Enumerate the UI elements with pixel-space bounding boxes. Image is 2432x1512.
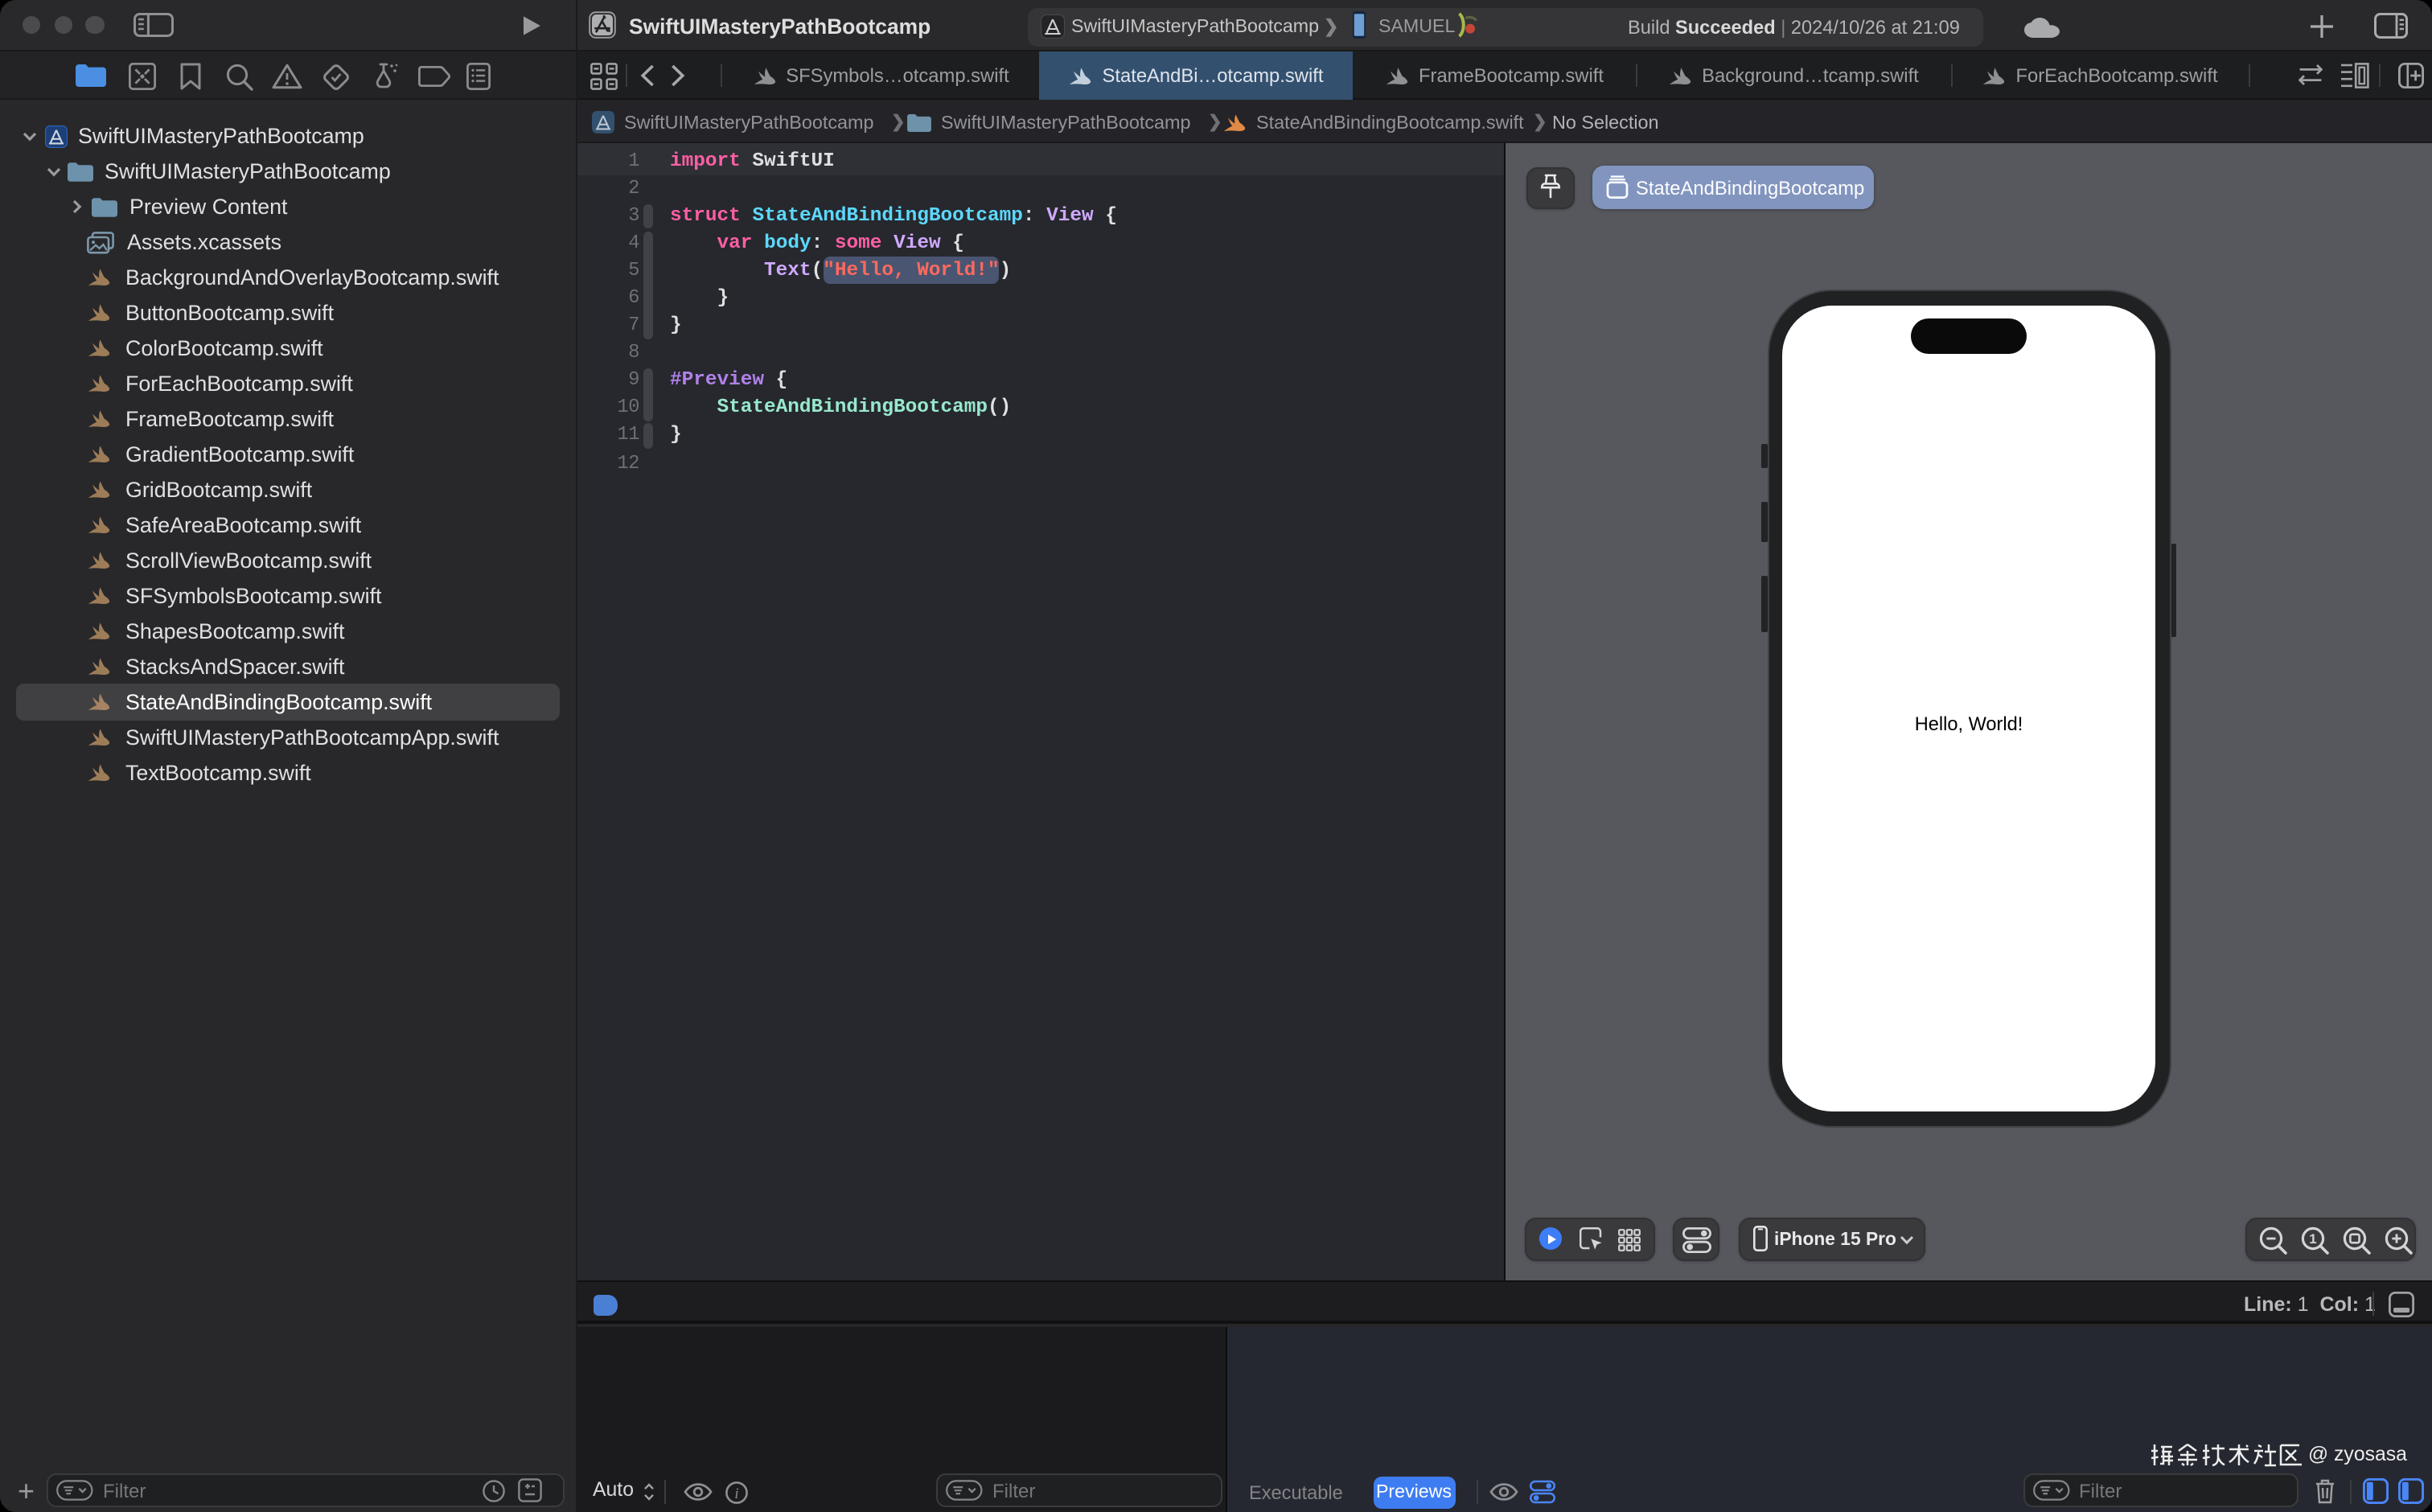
svg-text:1: 1 [2308, 1231, 2315, 1246]
svg-text:i: i [733, 1485, 737, 1502]
